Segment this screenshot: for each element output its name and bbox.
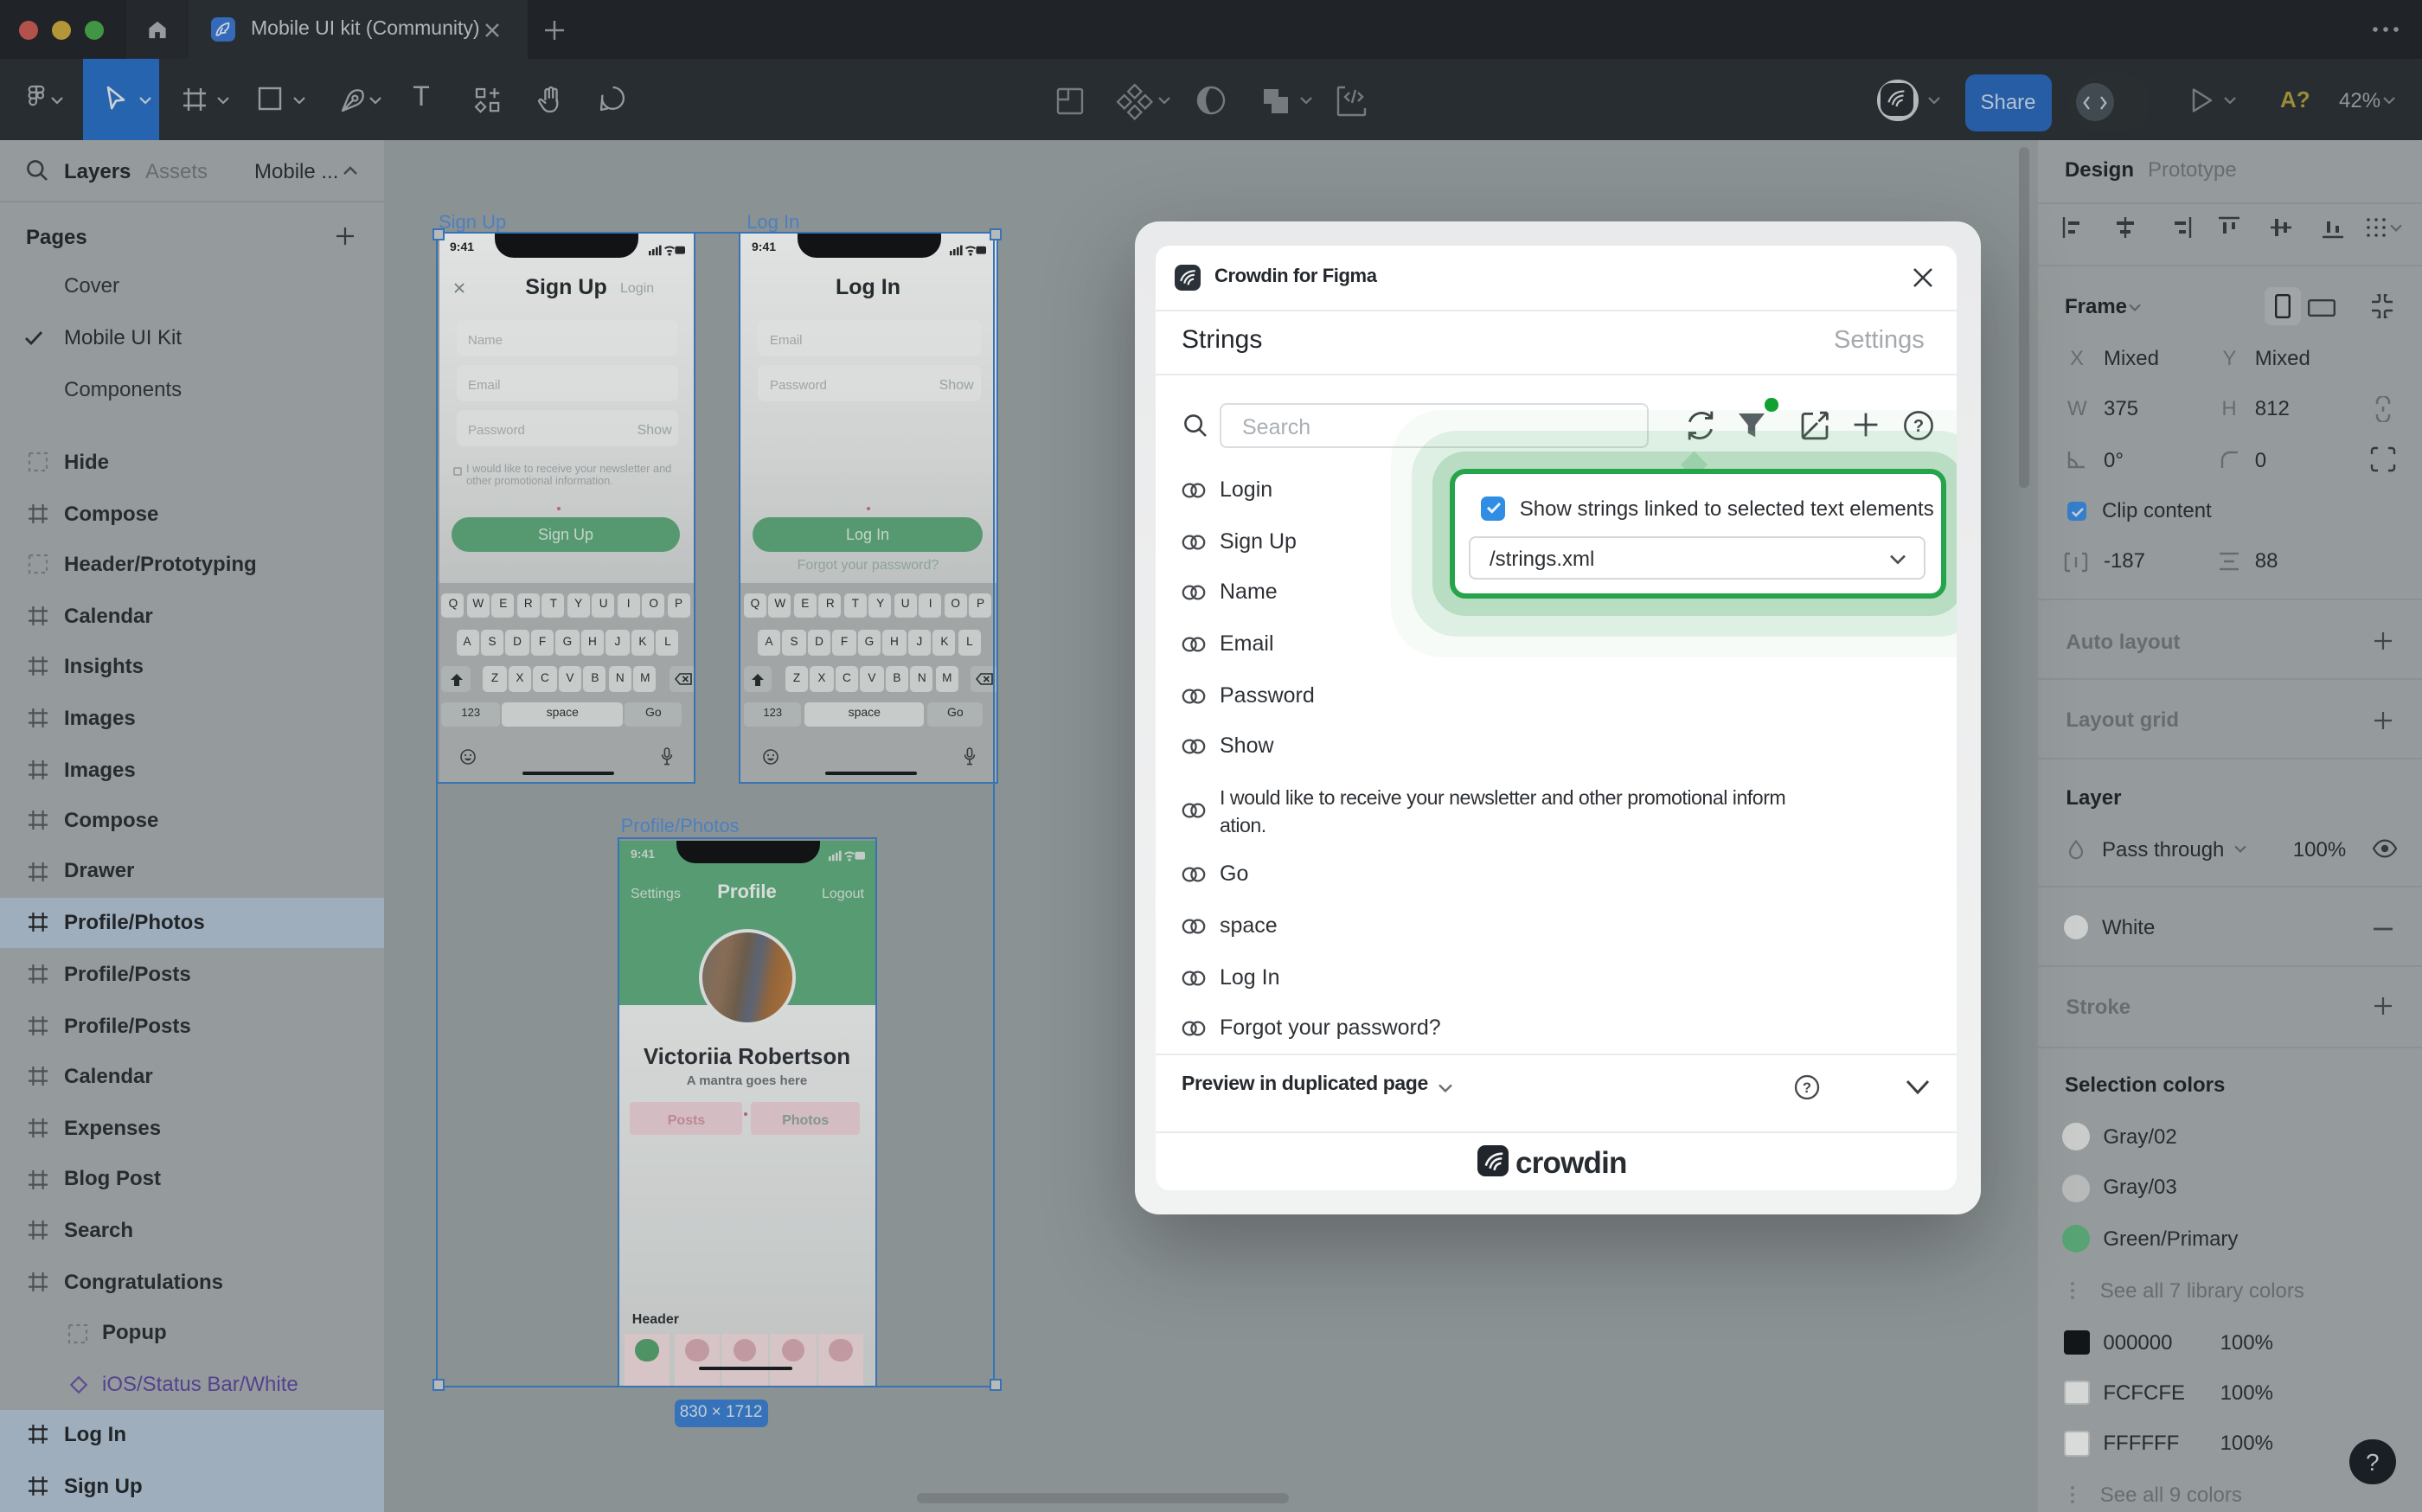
svg-text:?: ?	[1913, 417, 1924, 436]
svg-text:?: ?	[1802, 1079, 1810, 1095]
